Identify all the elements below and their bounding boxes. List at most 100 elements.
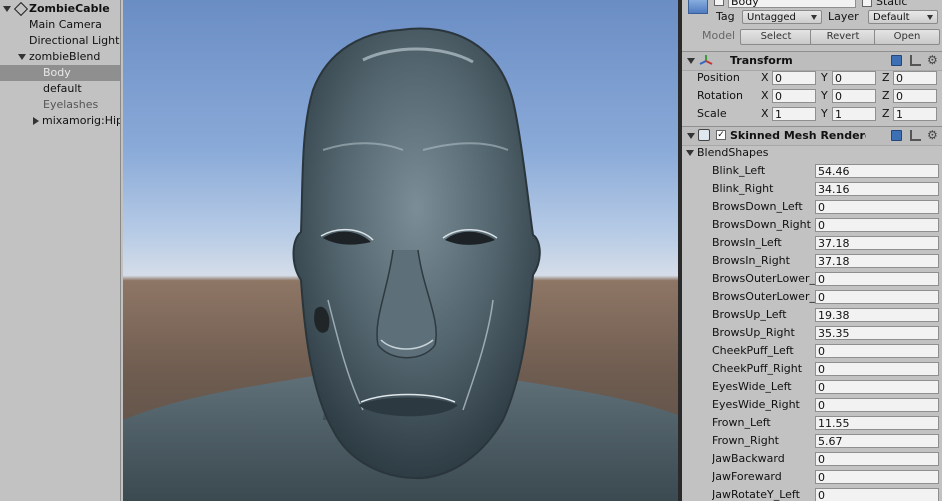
hierarchy-item-label: default — [43, 82, 82, 95]
gear-icon[interactable]: ⚙ — [927, 54, 938, 66]
expand-arrow-icon[interactable] — [18, 54, 26, 60]
hierarchy-item-body[interactable]: Body — [0, 65, 120, 81]
blendshape-label: BrowsUp_Right — [712, 326, 795, 339]
blendshape-value-field[interactable]: 0 — [815, 290, 939, 304]
gameobject-icon — [688, 0, 708, 14]
hierarchy-item-main-camera[interactable]: Main Camera — [0, 17, 120, 33]
blendshape-value-field[interactable]: 0 — [815, 380, 939, 394]
object-name-field[interactable]: Body — [728, 0, 856, 8]
rotation-y-field[interactable]: 0 — [832, 89, 876, 103]
blendshape-value-field[interactable]: 34.16 — [815, 182, 939, 196]
help-book-icon[interactable] — [891, 130, 902, 141]
chevron-down-icon — [811, 15, 817, 20]
scale-y-field[interactable]: 1 — [832, 107, 876, 121]
help-book-icon[interactable] — [891, 55, 902, 66]
transform-icon — [699, 55, 713, 65]
blendshape-value-field[interactable]: 0 — [815, 200, 939, 214]
blendshape-value-field[interactable]: 35.35 — [815, 326, 939, 340]
skinned-mesh-renderer-title: Skinned Mesh Renderer — [730, 129, 866, 142]
model-revert-button[interactable]: Revert — [810, 29, 876, 45]
static-label: Static — [876, 0, 908, 8]
active-checkbox[interactable] — [714, 0, 724, 6]
blendshape-row: Blink_Right 34.16 — [682, 180, 942, 198]
blendshape-value-field[interactable]: 0 — [815, 488, 939, 501]
chevron-down-icon — [927, 15, 933, 20]
collapse-arrow-icon[interactable] — [687, 58, 695, 64]
hierarchy-item-label: Main Camera — [29, 18, 102, 31]
blendshape-row: BrowsUp_Left 19.38 — [682, 306, 942, 324]
position-y-field[interactable]: 0 — [832, 71, 876, 85]
expand-arrow-icon[interactable] — [3, 6, 11, 12]
blendshape-label: BrowsOuterLower_Right — [712, 290, 815, 303]
hierarchy-item-eyelashes[interactable]: Eyelashes — [0, 97, 120, 113]
blendshape-value-field[interactable]: 0 — [815, 452, 939, 466]
axis-y-label: Y — [821, 107, 828, 120]
blendshape-row: JawRotateY_Left 0 — [682, 486, 942, 501]
blendshape-label: Blink_Left — [712, 164, 766, 177]
hierarchy-item-mixamorig-hips[interactable]: mixamorig:Hips — [0, 113, 120, 129]
preset-icon[interactable] — [910, 130, 921, 141]
position-z-field[interactable]: 0 — [893, 71, 937, 85]
collapse-arrow-icon[interactable] — [687, 133, 695, 139]
preset-icon[interactable] — [910, 55, 921, 66]
blendshape-value-field[interactable]: 5.67 — [815, 434, 939, 448]
blendshape-label: CheekPuff_Left — [712, 344, 794, 357]
blendshape-label: BrowsUp_Left — [712, 308, 787, 321]
inspector-panel: Body Static Tag Untagged Layer Default M… — [682, 0, 942, 501]
blendshape-label: BrowsIn_Left — [712, 236, 782, 249]
blendshape-value-field[interactable]: 37.18 — [815, 254, 939, 268]
blendshape-label: Blink_Right — [712, 182, 774, 195]
blendshape-label: JawBackward — [712, 452, 785, 465]
blendshape-row: JawBackward 0 — [682, 450, 942, 468]
position-x-field[interactable]: 0 — [772, 71, 816, 85]
blendshape-value-field[interactable]: 19.38 — [815, 308, 939, 322]
expand-arrow-icon[interactable] — [33, 117, 39, 125]
axis-z-label: Z — [882, 89, 890, 102]
blendshapes-foldout[interactable]: BlendShapes — [686, 146, 769, 159]
layer-label: Layer — [828, 10, 859, 23]
blendshape-row: EyesWide_Left 0 — [682, 378, 942, 396]
blendshape-value-field[interactable]: 0 — [815, 218, 939, 232]
blendshape-value-field[interactable]: 54.46 — [815, 164, 939, 178]
model-open-button[interactable]: Open — [874, 29, 940, 45]
blendshape-value-field[interactable]: 11.55 — [815, 416, 939, 430]
blendshape-value-field[interactable]: 0 — [815, 272, 939, 286]
blendshape-label: CheekPuff_Right — [712, 362, 803, 375]
blendshape-value-field[interactable]: 0 — [815, 398, 939, 412]
scene-view[interactable] — [123, 0, 678, 501]
collapse-arrow-icon[interactable] — [686, 150, 694, 156]
gear-icon[interactable]: ⚙ — [927, 129, 938, 141]
blendshape-row: CheekPuff_Right 0 — [682, 360, 942, 378]
mesh-renderer-icon — [698, 129, 710, 141]
skinned-mesh-renderer-header[interactable]: ✓ Skinned Mesh Renderer ⚙ — [682, 126, 942, 146]
hierarchy-item-directional-light[interactable]: Directional Light — [0, 33, 120, 49]
rotation-z-field[interactable]: 0 — [893, 89, 937, 103]
blendshape-row: Frown_Left 11.55 — [682, 414, 942, 432]
hierarchy-item-label: Directional Light — [29, 34, 120, 47]
hierarchy-item-default[interactable]: default — [0, 81, 120, 97]
blendshape-value-field[interactable]: 0 — [815, 362, 939, 376]
hierarchy-item-zombieblend[interactable]: zombieBlend — [0, 49, 120, 65]
rotation-x-field[interactable]: 0 — [772, 89, 816, 103]
tag-dropdown[interactable]: Untagged — [742, 10, 822, 24]
blendshape-value-field[interactable]: 0 — [815, 470, 939, 484]
blendshape-row: Blink_Left 54.46 — [682, 162, 942, 180]
axis-y-label: Y — [821, 89, 828, 102]
blendshape-label: BrowsOuterLower_Left — [712, 272, 815, 285]
scale-z-field[interactable]: 1 — [893, 107, 937, 121]
blendshape-value-field[interactable]: 0 — [815, 344, 939, 358]
transform-header[interactable]: Transform ⚙ — [682, 51, 942, 71]
scale-x-field[interactable]: 1 — [772, 107, 816, 121]
hierarchy-item-label: zombieBlend — [29, 50, 101, 63]
static-checkbox[interactable] — [862, 0, 872, 7]
hierarchy-item-label: Eyelashes — [43, 98, 99, 111]
hierarchy-scene-root[interactable]: ZombieCable — [0, 1, 120, 17]
blendshape-row: BrowsDown_Left 0 — [682, 198, 942, 216]
blendshape-label: BrowsIn_Right — [712, 254, 790, 267]
blendshape-row: BrowsOuterLower_Right0 — [682, 288, 942, 306]
blendshape-value-field[interactable]: 37.18 — [815, 236, 939, 250]
model-select-button[interactable]: Select — [740, 29, 812, 45]
layer-dropdown[interactable]: Default — [868, 10, 938, 24]
component-enabled-checkbox[interactable]: ✓ — [716, 130, 726, 140]
blendshape-row: Frown_Right 5.67 — [682, 432, 942, 450]
